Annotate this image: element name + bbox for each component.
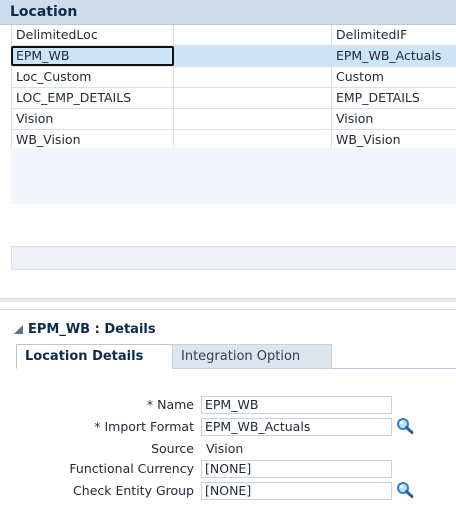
table-row[interactable]: DelimitedLoc DelimitedIF	[11, 25, 456, 46]
location-name-cell[interactable]: Vision	[11, 109, 174, 129]
search-icon[interactable]	[395, 417, 417, 437]
check-entity-group-row: Check Entity Group [NONE]	[0, 481, 456, 501]
divider	[0, 309, 456, 310]
table-row[interactable]: Loc_Custom Custom	[11, 67, 456, 88]
name-row: * Name EPM_WB	[0, 395, 456, 415]
location-header: Location	[0, 0, 456, 25]
check-entity-group-field[interactable]: [NONE]	[201, 482, 392, 500]
table-empty-area	[11, 204, 456, 247]
import-format-label: * Import Format	[94, 419, 194, 434]
details-title: EPM_WB : Details	[28, 322, 156, 337]
import-format-cell[interactable]: Vision	[332, 109, 456, 129]
search-icon[interactable]	[395, 481, 417, 501]
import-format-field[interactable]: EPM_WB_Actuals	[201, 418, 392, 436]
source-row: Source Vision	[0, 439, 456, 459]
import-format-cell[interactable]: EPM_WB_Actuals	[332, 46, 456, 66]
location-title: Location	[10, 4, 78, 20]
name-label: * Name	[146, 397, 194, 412]
location-name-cell[interactable]: DelimitedLoc	[11, 25, 174, 45]
details-header[interactable]: EPM_WB : Details	[14, 322, 156, 337]
location-name-cell[interactable]: WB_Vision	[11, 130, 174, 150]
location-name-cell[interactable]: EPM_WB	[11, 46, 174, 66]
functional-currency-label: Functional Currency	[69, 461, 194, 476]
table-row-selected[interactable]: EPM_WB EPM_WB_Actuals	[11, 46, 456, 67]
location-name-cell[interactable]: Loc_Custom	[11, 67, 174, 87]
details-tabs: Location Details Integration Option	[16, 344, 456, 369]
table-empty-area	[11, 148, 456, 205]
name-field[interactable]: EPM_WB	[201, 396, 392, 414]
location-table: DelimitedLoc DelimitedIF EPM_WB EPM_WB_A…	[11, 25, 456, 151]
panel-splitter[interactable]	[0, 298, 456, 302]
functional-currency-row: Functional Currency [NONE]	[0, 459, 456, 479]
source-value: Vision	[206, 441, 244, 456]
location-name-cell[interactable]: LOC_EMP_DETAILS	[11, 88, 174, 108]
collapse-triangle-icon[interactable]	[14, 325, 23, 334]
table-row[interactable]: Vision Vision	[11, 109, 456, 130]
check-entity-group-label: Check Entity Group	[73, 483, 194, 498]
table-row[interactable]: LOC_EMP_DETAILS EMP_DETAILS	[11, 88, 456, 109]
tab-integration-option[interactable]: Integration Option	[172, 344, 332, 369]
tab-location-details[interactable]: Location Details	[16, 344, 174, 369]
import-format-cell[interactable]: WB_Vision	[332, 130, 456, 150]
import-format-row: * Import Format EPM_WB_Actuals	[0, 417, 456, 437]
location-panel: Location DelimitedLoc DelimitedIF EPM_WB…	[0, 0, 456, 292]
import-format-cell[interactable]: EMP_DETAILS	[332, 88, 456, 108]
import-format-cell[interactable]: Custom	[332, 67, 456, 87]
functional-currency-field[interactable]: [NONE]	[201, 460, 392, 478]
source-label: Source	[151, 441, 194, 456]
import-format-cell[interactable]: DelimitedIF	[332, 25, 456, 45]
table-footer	[11, 246, 456, 270]
